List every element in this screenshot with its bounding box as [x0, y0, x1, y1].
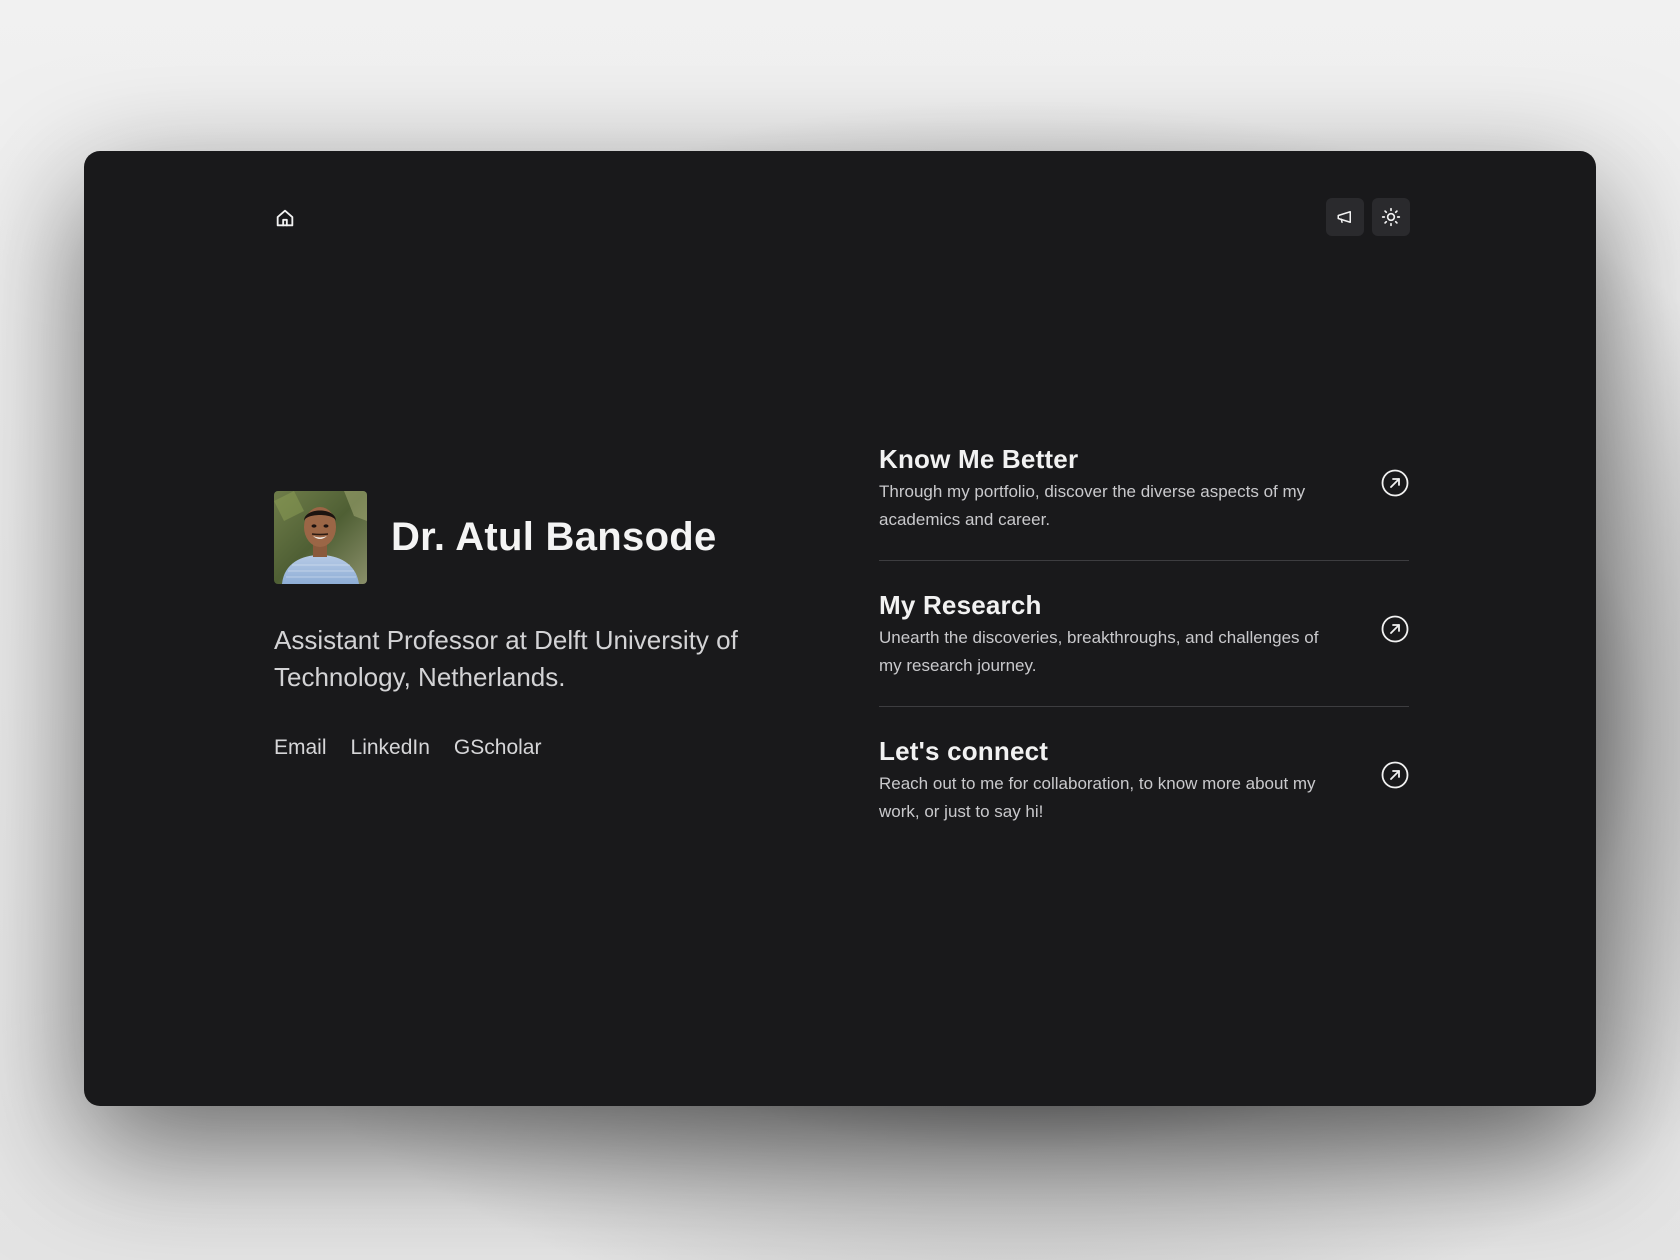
announcement-button[interactable] [1326, 198, 1364, 236]
app-window: Dr. Atul Bansode Assistant Professor at … [84, 151, 1596, 1106]
card-description: Reach out to me for collaboration, to kn… [879, 774, 1316, 821]
profile-name: Dr. Atul Bansode [391, 515, 717, 559]
gscholar-link[interactable]: GScholar [454, 736, 542, 760]
card-lets-connect[interactable]: Let's connect Reach out to me for collab… [879, 735, 1409, 852]
email-link[interactable]: Email [274, 736, 327, 760]
navigation-cards: Know Me Better Through my portfolio, dis… [879, 443, 1409, 880]
arrow-up-right-icon[interactable] [1381, 469, 1409, 497]
card-description: Unearth the discoveries, breakthroughs, … [879, 628, 1319, 675]
card-know-me-better[interactable]: Know Me Better Through my portfolio, dis… [879, 443, 1409, 561]
sun-icon [1381, 207, 1401, 227]
megaphone-icon [1337, 211, 1351, 223]
arrow-up-right-icon[interactable] [1381, 615, 1409, 643]
card-description: Through my portfolio, discover the diver… [879, 482, 1306, 529]
profile-section: Dr. Atul Bansode Assistant Professor at … [274, 491, 834, 760]
card-my-research[interactable]: My Research Unearth the discoveries, bre… [879, 589, 1409, 707]
arrow-up-right-icon[interactable] [1381, 761, 1409, 789]
theme-toggle-button[interactable] [1372, 198, 1410, 236]
card-title: Know Me Better [879, 444, 1079, 474]
home-icon [276, 209, 294, 227]
profile-subtitle: Assistant Professor at Delft University … [274, 625, 738, 692]
card-title: Let's connect [879, 736, 1049, 766]
home-button[interactable] [272, 205, 298, 231]
top-actions [1326, 198, 1410, 236]
social-links: Email LinkedIn GScholar [274, 736, 834, 760]
card-title: My Research [879, 590, 1042, 620]
linkedin-link[interactable]: LinkedIn [351, 736, 430, 760]
profile-header: Dr. Atul Bansode [274, 491, 834, 584]
avatar [274, 491, 367, 584]
